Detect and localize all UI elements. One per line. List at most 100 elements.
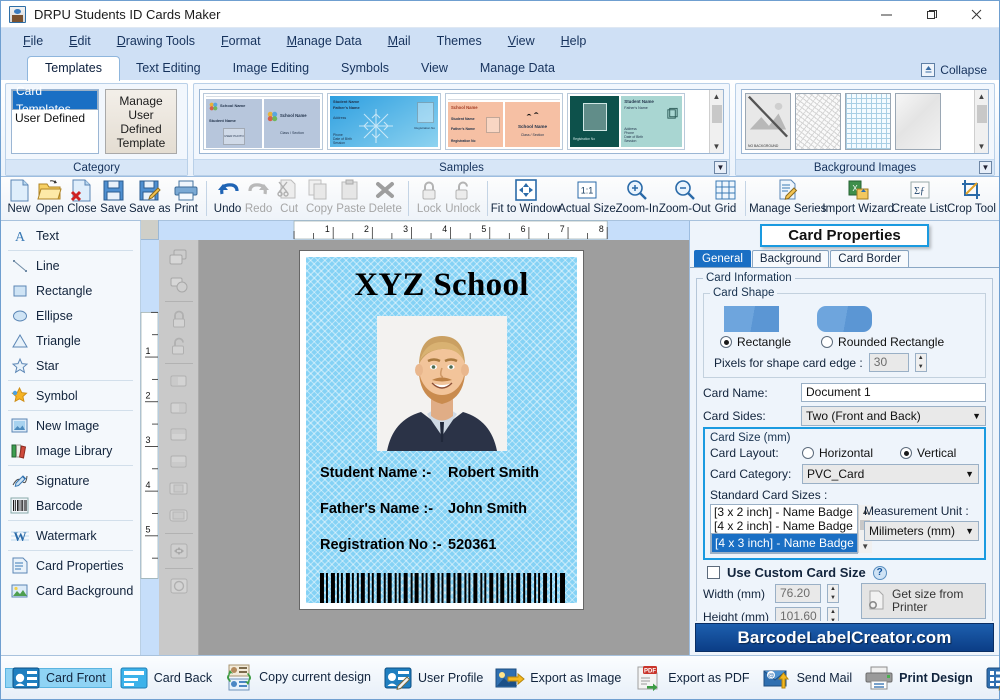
promo-banner[interactable]: BarcodeLabelCreator.com <box>695 623 994 652</box>
rounded-rectangle-shape-swatch[interactable] <box>817 306 872 332</box>
tool-image-library[interactable]: Image Library <box>1 438 140 463</box>
toolbar-new-button[interactable]: New <box>4 178 34 219</box>
card-school-name[interactable]: XYZ School <box>306 257 577 304</box>
bring-to-front-button[interactable] <box>164 244 194 270</box>
tool-new-image[interactable]: New Image <box>1 413 140 438</box>
sample-template-1[interactable]: School Name Student Name USER PHOTO Scho… <box>203 93 323 150</box>
rectangle-shape-swatch[interactable] <box>724 306 779 332</box>
menu-item-mail[interactable]: Mail <box>376 31 423 51</box>
status-send-mail-button[interactable]: @ Send Mail <box>757 662 858 694</box>
status-export-pdf-button[interactable]: PDF Export as PDF <box>628 662 754 694</box>
sample-template-3[interactable]: School Name Student Name Father's Name R… <box>445 93 563 150</box>
card-field-row[interactable]: Student Name :- Robert Smith <box>320 465 565 481</box>
scroll-down-icon[interactable]: ▼ <box>858 540 872 553</box>
toolbar-copy-button[interactable]: Copy <box>304 178 335 219</box>
tab-view[interactable]: View <box>405 57 464 80</box>
toolbar-manage-series-button[interactable]: Manage Series <box>749 178 826 219</box>
id-card[interactable]: XYZ School Student Name:- Robert Smith … <box>299 250 584 610</box>
card-barcode[interactable] <box>320 573 565 603</box>
toolbar-create-list-button[interactable]: Σƒ Create List <box>892 178 947 219</box>
card-category-select[interactable]: PVC_Card ▼ <box>802 464 979 484</box>
manage-user-defined-template-button[interactable]: Manage User Defined Template <box>105 89 177 154</box>
align-top-button[interactable] <box>164 422 194 448</box>
tool-signature[interactable]: Signature <box>1 468 140 493</box>
zoom-object-button[interactable] <box>164 573 194 599</box>
tab-templates[interactable]: Templates <box>27 56 120 81</box>
toolbar-grid-button[interactable]: Grid <box>710 178 740 219</box>
unlock-object-button[interactable] <box>164 333 194 359</box>
student-photo[interactable] <box>376 316 507 451</box>
toolbar-paste-button[interactable]: Paste <box>335 178 368 219</box>
menu-item-format[interactable]: Format <box>209 31 273 51</box>
tool-line[interactable]: Line <box>1 253 140 278</box>
maximize-button[interactable] <box>909 1 954 28</box>
sample-template-2[interactable]: Student Name Father's Name Address Regis… <box>327 93 441 150</box>
move-object-button[interactable] <box>164 538 194 564</box>
collapse-ribbon-button[interactable]: Collapse <box>921 63 987 77</box>
align-center-vertical-button[interactable] <box>164 503 194 529</box>
status-print-design-button[interactable]: Print Design <box>859 662 978 694</box>
field-value[interactable]: Robert Smith <box>448 465 539 481</box>
close-button[interactable] <box>954 1 999 28</box>
align-bottom-button[interactable] <box>164 449 194 475</box>
size-option-3x2[interactable]: [3 x 2 inch] - Name Badge <box>711 505 858 519</box>
pixels-spinner[interactable]: ▲ ▼ <box>914 353 927 372</box>
card-sides-select[interactable]: Two (Front and Back) ▼ <box>801 406 986 426</box>
tool-ellipse[interactable]: Ellipse <box>1 303 140 328</box>
radio-rounded-rectangle[interactable]: Rounded Rectangle <box>821 335 944 349</box>
design-canvas[interactable]: XYZ School Student Name:- Robert Smith … <box>199 240 689 655</box>
send-to-back-button[interactable] <box>164 271 194 297</box>
lock-object-button[interactable] <box>164 306 194 332</box>
toolbar-lock-button[interactable]: Lock <box>414 178 444 219</box>
width-spinner[interactable]: ▲ ▼ <box>827 584 839 603</box>
scroll-up-icon[interactable]: ▲ <box>975 90 989 103</box>
toolbar-cut-button[interactable]: Cut <box>274 178 304 219</box>
field-value[interactable]: 520361 <box>448 537 496 553</box>
menu-item-file[interactable]: File <box>11 31 55 51</box>
samples-scroll-area[interactable]: School Name Student Name USER PHOTO Scho… <box>199 89 724 154</box>
toolbar-redo-button[interactable]: Redo <box>243 178 274 219</box>
radio-horizontal[interactable]: Horizontal <box>802 446 894 460</box>
tab-image-editing[interactable]: Image Editing <box>217 57 325 80</box>
tool-barcode[interactable]: Barcode <box>1 493 140 518</box>
toolbar-import-wizard-button[interactable]: X Import Wizard <box>822 178 894 219</box>
scroll-down-icon[interactable]: ▼ <box>710 140 724 153</box>
scroll-down-icon[interactable]: ▼ <box>975 140 989 153</box>
sample-template-4[interactable]: Registration No Student Name Father's Na… <box>567 93 685 150</box>
toolbar-delete-button[interactable]: Delete <box>367 178 403 219</box>
toolbar-zoom-in-button[interactable]: Zoom-In <box>615 178 659 219</box>
minimize-button[interactable] <box>864 1 909 28</box>
toolbar-fit-to-window-button[interactable]: Fit to Window <box>491 178 560 219</box>
tool-card-background[interactable]: Card Background <box>1 578 140 603</box>
radio-rectangle[interactable]: Rectangle <box>720 335 791 349</box>
width-input[interactable]: 76.20 <box>775 584 821 603</box>
tab-symbols[interactable]: Symbols <box>325 57 405 80</box>
toolbar-unlock-button[interactable]: Unlock <box>444 178 481 219</box>
menu-item-help[interactable]: Help <box>549 31 599 51</box>
tool-symbol[interactable]: Symbol <box>1 383 140 408</box>
card-field-row[interactable]: Father's Name :- John Smith <box>320 501 565 517</box>
toolbar-save-button[interactable]: Save <box>98 178 128 219</box>
tab-text-editing[interactable]: Text Editing <box>120 57 217 80</box>
tab-general[interactable]: General <box>694 250 751 267</box>
menu-item-edit[interactable]: Edit <box>57 31 103 51</box>
size-option-4x2[interactable]: [4 x 2 inch] - Name Badge <box>711 519 858 533</box>
category-item-card-templates[interactable]: Card Templates <box>12 84 98 116</box>
background-thumb-grid[interactable] <box>845 93 891 150</box>
measurement-unit-select[interactable]: Milimeters (mm) ▼ <box>864 521 979 541</box>
toolbar-save-as-button[interactable]: Save as <box>128 178 171 219</box>
toolbar-crop-tool-button[interactable]: Crop Tool <box>947 178 996 219</box>
size-option-4x3[interactable]: [4 x 3 inch] - Name Badge <box>711 533 858 553</box>
toolbar-open-button[interactable]: Open <box>34 178 66 219</box>
tab-background[interactable]: Background <box>751 250 830 267</box>
status-card-batch-data-button[interactable]: Card Batch Data <box>980 662 1000 694</box>
background-thumb-paper[interactable] <box>895 93 941 150</box>
help-icon[interactable]: ? <box>872 565 887 580</box>
field-value[interactable]: John Smith <box>448 501 527 517</box>
pixels-input[interactable]: 30 <box>868 353 909 372</box>
status-copy-design-button[interactable]: Copy current design <box>219 662 376 694</box>
get-size-from-printer-button[interactable]: Get size from Printer <box>861 583 986 619</box>
menu-item-drawing-tools[interactable]: Drawing Tools <box>105 31 207 51</box>
background-scroll-area[interactable]: NO BACKGROUND ▲ ▼ <box>741 89 989 154</box>
toolbar-close-button[interactable]: Close <box>66 178 99 219</box>
